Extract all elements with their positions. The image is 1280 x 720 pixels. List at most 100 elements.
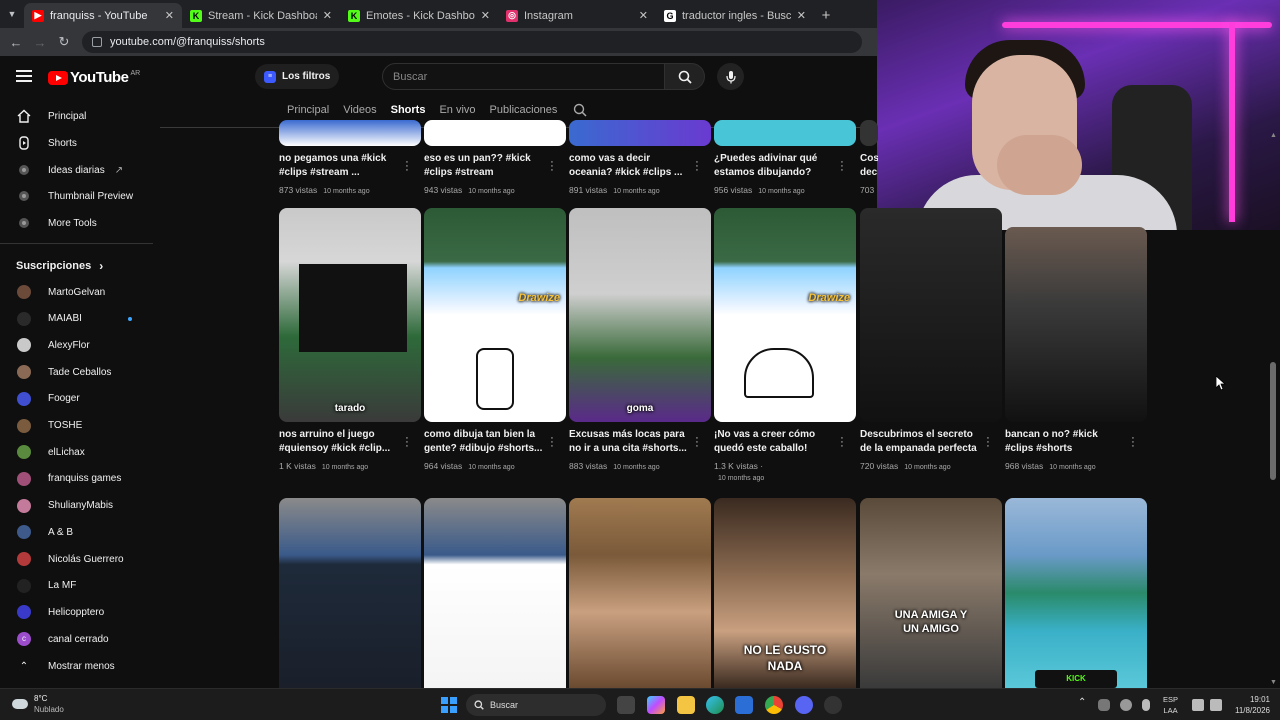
short-thumbnail[interactable]: UNA AMIGA Y UN AMIGO xyxy=(860,498,1002,688)
close-tab-icon[interactable]: ✕ xyxy=(639,9,648,22)
sidebar-item[interactable]: More Tools xyxy=(16,213,97,233)
tab-search-icon[interactable]: ▼ xyxy=(0,0,24,28)
search-input[interactable]: Buscar xyxy=(382,63,665,90)
back-icon[interactable]: ← xyxy=(4,35,28,50)
browser-tab[interactable]: ▶ franquiss - YouTube ✕ xyxy=(24,3,182,28)
discord-icon[interactable] xyxy=(795,696,813,714)
subscription-item[interactable]: MAIABI xyxy=(16,309,132,329)
clock[interactable]: 19:01 11/8/2026 xyxy=(1226,694,1270,716)
short-thumbnail[interactable]: Drawize xyxy=(424,208,566,422)
scroll-down-arrow[interactable]: ▼ xyxy=(1270,679,1277,686)
more-options-icon[interactable]: · · · xyxy=(403,433,411,452)
network-icon[interactable] xyxy=(1192,699,1204,711)
language-indicator[interactable]: ESP LAA xyxy=(1163,694,1178,716)
more-options-icon[interactable]: · · · xyxy=(838,433,846,452)
start-button[interactable] xyxy=(441,697,457,713)
short-title[interactable]: ¿Puedes adivinar qué estamos dibujando? xyxy=(714,152,836,180)
short-thumbnail[interactable] xyxy=(860,120,878,146)
short-thumbnail[interactable]: KICK xyxy=(1005,498,1147,688)
short-title[interactable]: eso es un pan?? #kick #clips #stream xyxy=(424,152,546,180)
subscription-item[interactable]: ShulianyMabis xyxy=(16,496,113,516)
more-options-icon[interactable]: · · · xyxy=(548,433,556,452)
forward-icon[interactable]: → xyxy=(28,35,52,50)
subscription-item[interactable]: Nicolás Guerrero xyxy=(16,549,124,569)
filters-button[interactable]: ≡ Los filtros xyxy=(255,64,340,89)
short-thumbnail[interactable] xyxy=(860,208,1002,422)
tab-videos[interactable]: Videos xyxy=(343,104,376,116)
browser-tab[interactable]: KStream - Kick Dashboard✕ xyxy=(182,3,340,28)
tab-publicaciones[interactable]: Publicaciones xyxy=(490,104,558,116)
browser-tab[interactable]: ◎ Instagram ✕ xyxy=(498,3,656,28)
store-icon[interactable] xyxy=(735,696,753,714)
youtube-logo[interactable]: YouTube AR xyxy=(48,69,140,86)
more-options-icon[interactable]: · · · xyxy=(403,157,411,176)
scroll-up-arrow[interactable]: ▲ xyxy=(1270,132,1277,139)
short-thumbnail[interactable] xyxy=(279,498,421,688)
subscription-item[interactable]: La MF xyxy=(16,576,76,596)
short-title[interactable]: Descubrimos el secreto de la empanada pe… xyxy=(860,428,982,456)
sidebar-item[interactable]: Ideas diarias ↗ xyxy=(16,160,123,180)
subscriptions-heading[interactable]: Suscripciones › xyxy=(16,259,103,273)
close-tab-icon[interactable]: ✕ xyxy=(165,9,174,22)
url-field[interactable]: youtube.com/@franquiss/shorts xyxy=(82,31,862,53)
short-title[interactable]: Cos dec xyxy=(860,152,878,180)
voice-search-button[interactable] xyxy=(717,63,744,90)
short-thumbnail[interactable]: NO LE GUSTO NADA xyxy=(714,498,856,688)
short-thumbnail[interactable] xyxy=(569,498,711,688)
weather-widget[interactable]: 8°C Nublado xyxy=(12,693,64,715)
search-button[interactable] xyxy=(665,63,705,90)
more-options-icon[interactable]: · · · xyxy=(984,433,992,452)
taskbar-search[interactable]: Buscar xyxy=(466,694,606,716)
edge-icon[interactable] xyxy=(706,696,724,714)
volume-icon[interactable] xyxy=(1210,699,1222,711)
short-thumbnail[interactable]: goma xyxy=(569,208,711,422)
subscription-item[interactable]: Fooger xyxy=(16,389,80,409)
scrollbar-thumb[interactable] xyxy=(1270,362,1276,480)
subscription-item[interactable]: TOSHE xyxy=(16,416,82,436)
more-options-icon[interactable]: · · · xyxy=(693,433,701,452)
file-explorer-icon[interactable] xyxy=(677,696,695,714)
short-thumbnail[interactable] xyxy=(279,120,421,146)
site-info-icon[interactable] xyxy=(92,37,102,47)
tab-en-vivo[interactable]: En vivo xyxy=(439,104,475,116)
subscription-item[interactable]: c canal cerrado xyxy=(16,629,109,649)
short-thumbnail[interactable] xyxy=(424,498,566,688)
close-tab-icon[interactable]: ✕ xyxy=(481,9,490,22)
short-thumbnail[interactable] xyxy=(424,120,566,146)
subscription-item[interactable]: MartoGelvan xyxy=(16,282,105,302)
short-thumbnail[interactable]: Drawize xyxy=(714,208,856,422)
browser-tab[interactable]: Gtraductor ingles - Buscar con G✕ xyxy=(656,3,814,28)
obs-icon[interactable] xyxy=(824,696,842,714)
more-options-icon[interactable]: · · · xyxy=(693,157,701,176)
short-title[interactable]: ¡No vas a creer cómo quedó este caballo! xyxy=(714,428,836,456)
sidebar-item[interactable]: Thumbnail Preview xyxy=(16,186,133,206)
subscription-item[interactable]: AlexyFlor xyxy=(16,335,90,355)
tab-principal[interactable]: Principal xyxy=(287,104,329,116)
subscription-item[interactable]: elLichax xyxy=(16,442,85,462)
close-tab-icon[interactable]: ✕ xyxy=(797,9,806,22)
short-thumbnail[interactable] xyxy=(1005,227,1147,422)
close-tab-icon[interactable]: ✕ xyxy=(323,9,332,22)
more-options-icon[interactable]: · · · xyxy=(1129,433,1137,452)
reload-icon[interactable]: ↻ xyxy=(52,34,76,50)
show-less-button[interactable]: ⌃ Mostrar menos xyxy=(16,656,115,676)
chrome-icon[interactable] xyxy=(765,696,783,714)
browser-tab[interactable]: KEmotes - Kick Dashboard✕ xyxy=(340,3,498,28)
short-title[interactable]: como vas a decir oceania? #kick #clips .… xyxy=(569,152,691,180)
short-title[interactable]: bancan o no? #kick #clips #shorts xyxy=(1005,428,1127,456)
subscription-item[interactable]: franquiss games xyxy=(16,469,121,489)
tab-shorts[interactable]: Shorts xyxy=(391,104,426,116)
new-tab-button[interactable]: + xyxy=(814,3,838,28)
short-title[interactable]: Excusas más locas para no ir a una cita … xyxy=(569,428,691,456)
more-options-icon[interactable]: · · · xyxy=(548,157,556,176)
short-thumbnail[interactable]: tarado xyxy=(279,208,421,422)
short-thumbnail[interactable] xyxy=(569,120,711,146)
tray-chevron-icon[interactable]: ⌃ xyxy=(1078,697,1086,708)
channel-search-icon[interactable] xyxy=(573,103,587,117)
sidebar-item[interactable]: Shorts xyxy=(16,133,77,153)
tray-app-icon[interactable] xyxy=(1098,699,1110,711)
sidebar-item[interactable]: Principal xyxy=(16,106,86,126)
short-title[interactable]: como dibuja tan bien la gente? #dibujo #… xyxy=(424,428,546,456)
subscription-item[interactable]: A & B xyxy=(16,522,73,542)
short-title[interactable]: nos arruino el juego #quiensoy #kick #cl… xyxy=(279,428,401,456)
